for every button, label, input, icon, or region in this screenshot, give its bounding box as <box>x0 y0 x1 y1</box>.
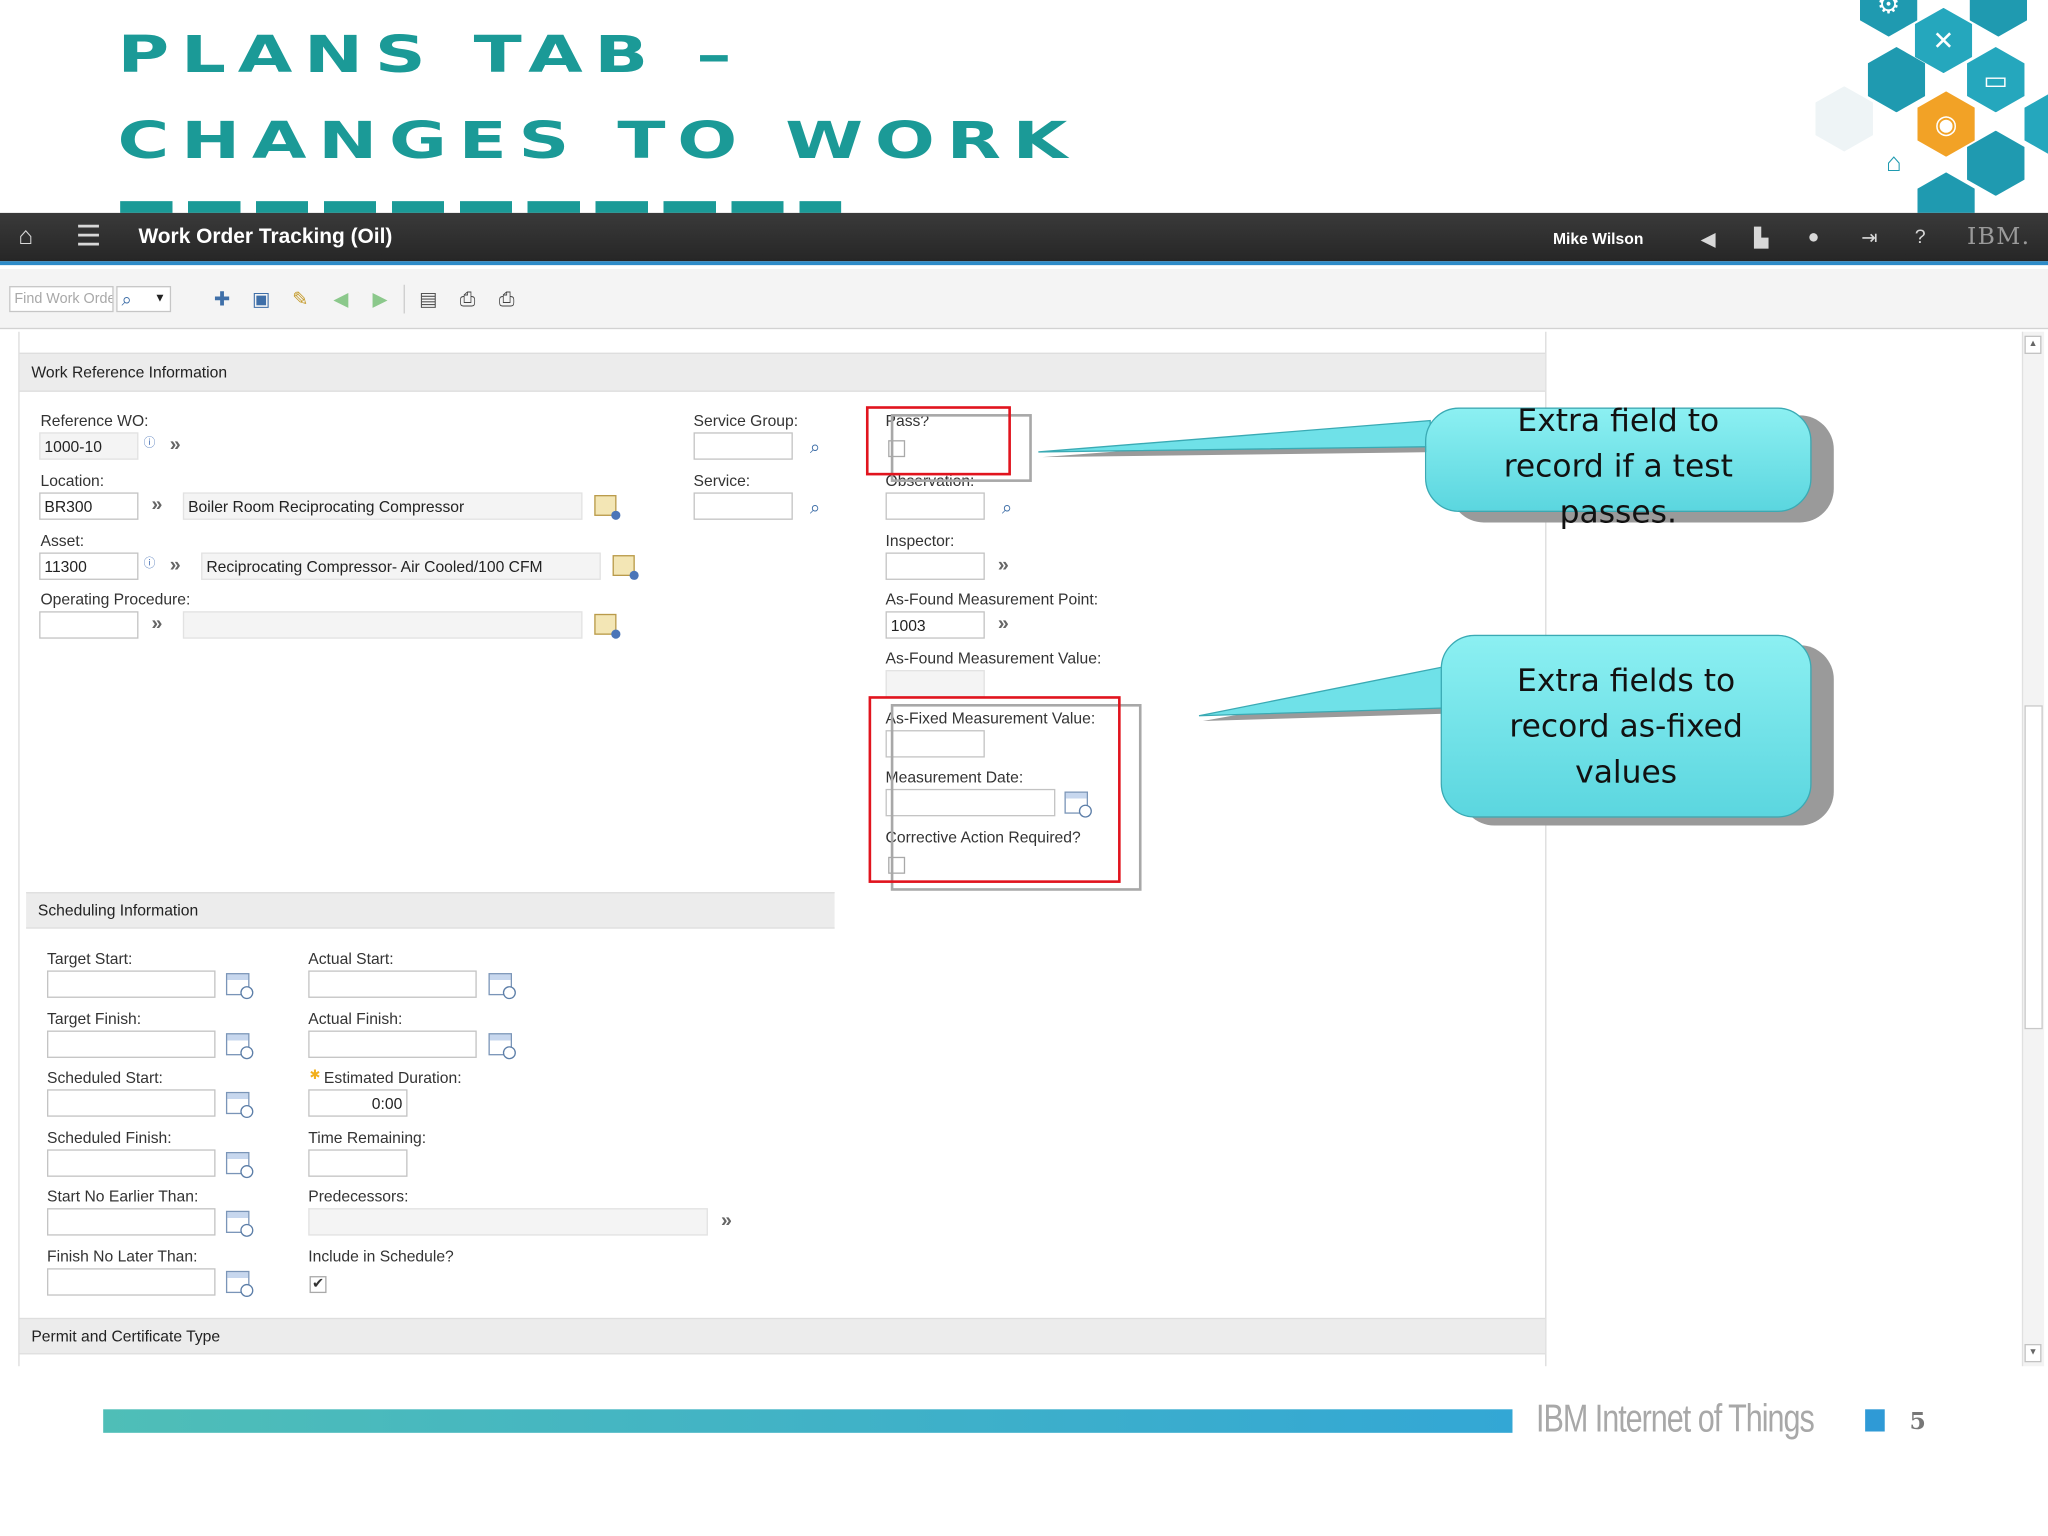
callout-pointer-pass <box>1038 419 1431 453</box>
page-number: 5 <box>1909 1407 1926 1436</box>
callout-pointer-as-fixed <box>1198 665 1448 717</box>
slide: PLANS TAB – CHANGES TO WORK ⚙ ✕ ▭ ◉ ⌂ ⌂ … <box>0 0 2048 1536</box>
callout-pass-field: Extra field to record if a test passes. <box>1424 402 1812 530</box>
footer-bar <box>103 1409 1513 1433</box>
footer-square <box>1865 1409 1885 1432</box>
callout-as-fixed-fields: Extra fields to record as-fixed values <box>1440 634 1812 818</box>
callout-pass-text: Extra field to record if a test passes. <box>1503 401 1733 530</box>
footer-brand-text: IBM Internet of Things <box>1535 1397 1815 1441</box>
callout-as-fixed-text: Extra fields to record as-fixed values <box>1509 661 1743 790</box>
